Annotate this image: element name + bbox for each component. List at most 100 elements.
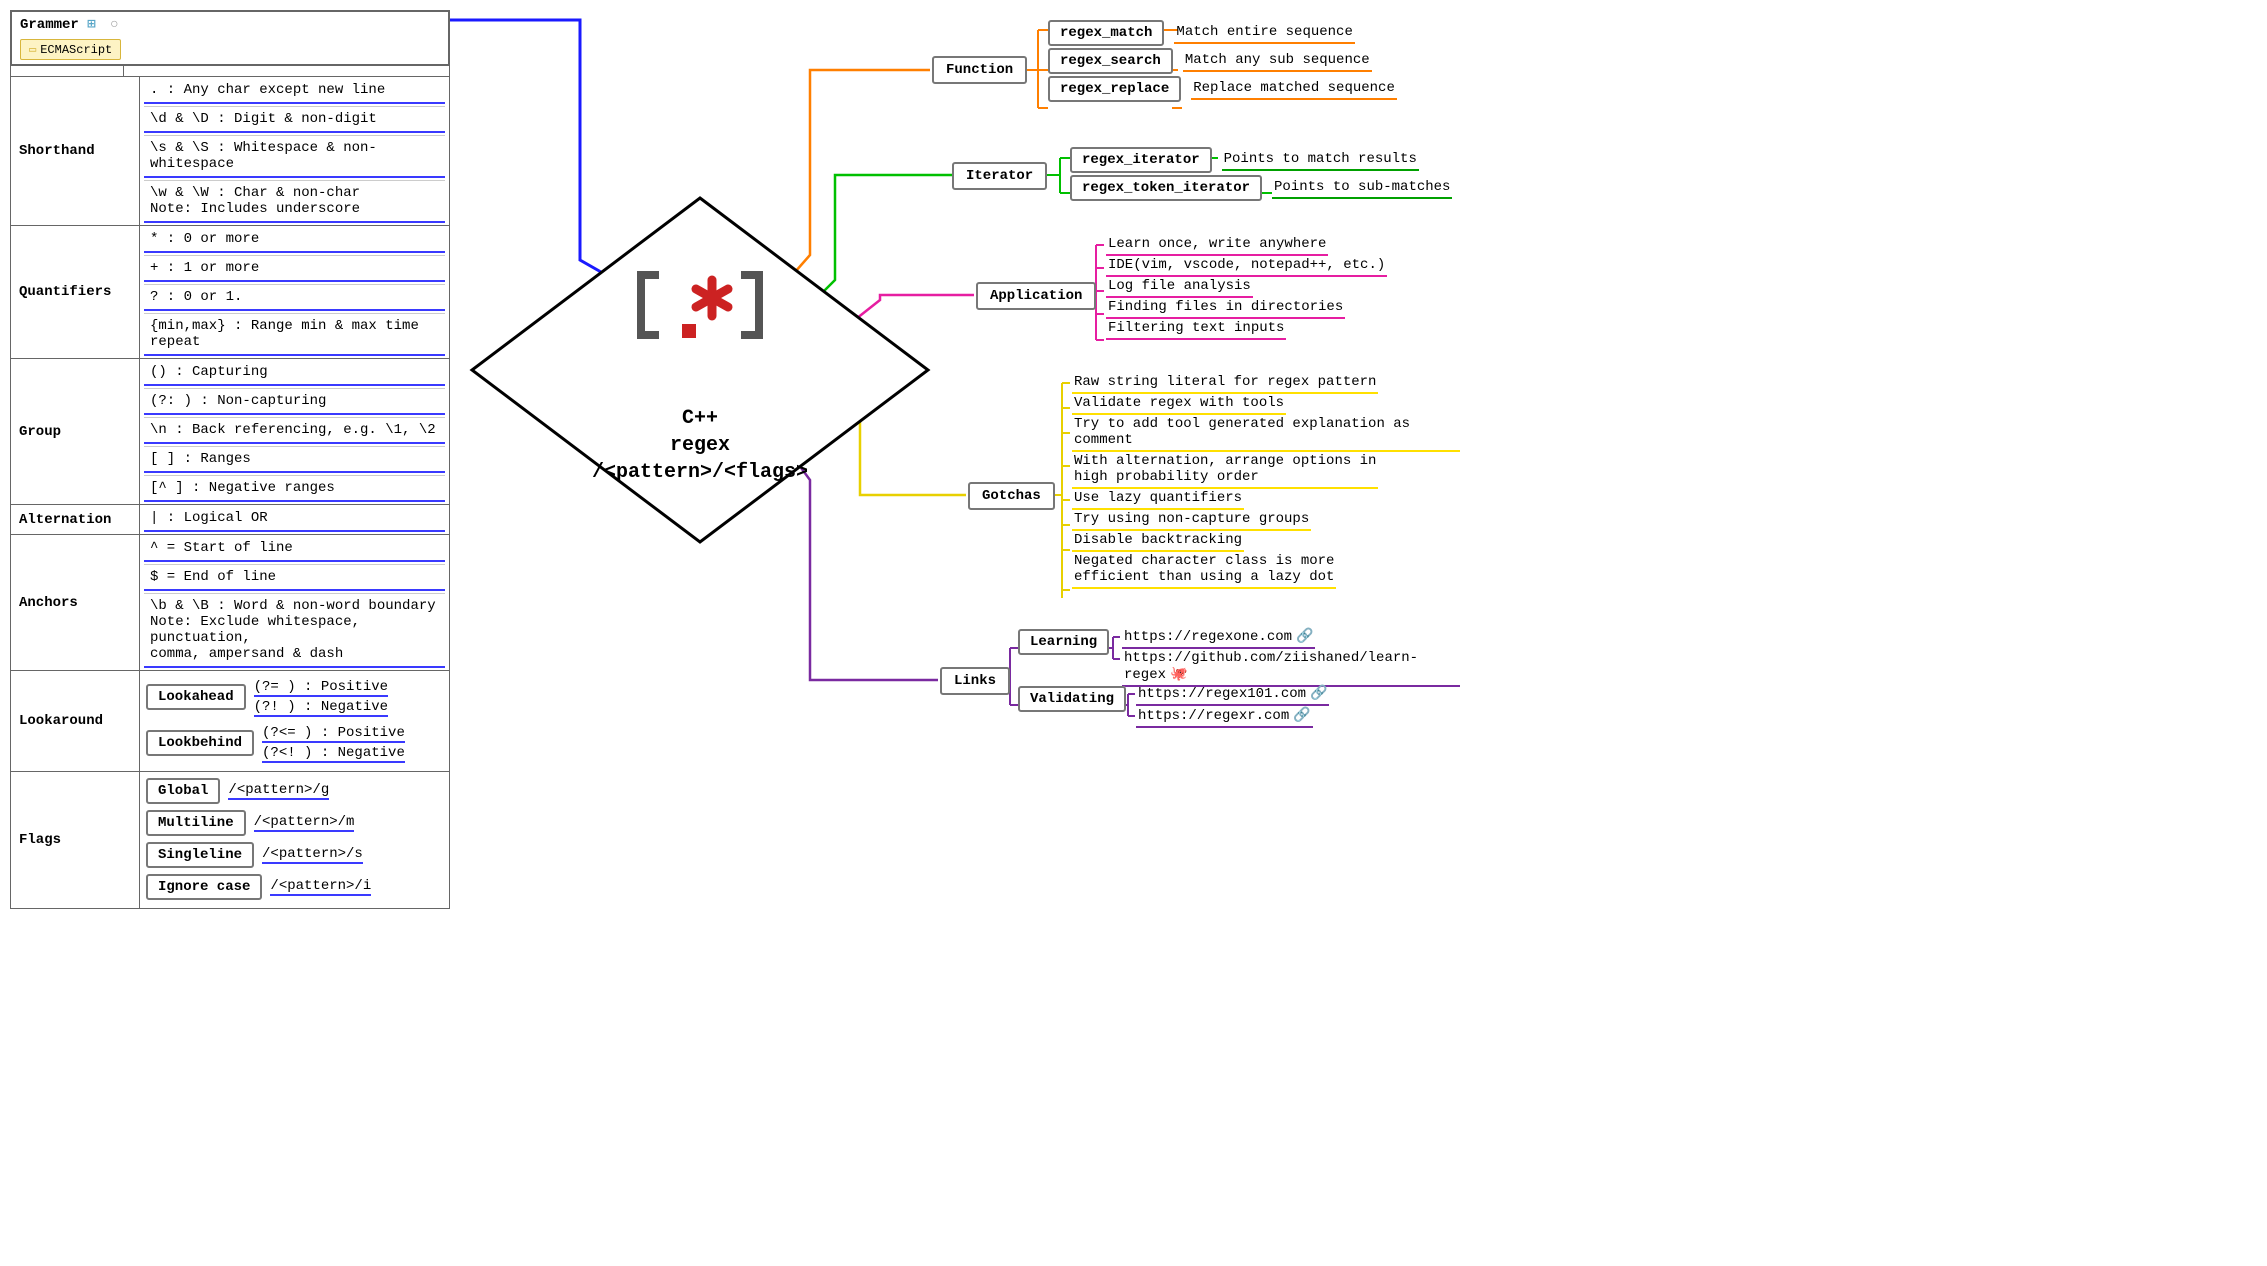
app-item: Filtering text inputs [1106,319,1286,340]
gotcha-item: Try using non-capture groups [1072,510,1311,531]
gotcha-item: Use lazy quantifiers [1072,489,1244,510]
lookbehind-box: Lookbehind [146,730,254,756]
cells-shorthand: . : Any char except new line \d & \D : D… [140,77,449,225]
link-icon: 🔗 [1296,629,1313,645]
learning-items: https://regexone.com🔗 https://github.com… [1122,627,1460,687]
link-item[interactable]: https://regexr.com🔗 [1136,706,1313,728]
iter-item[interactable]: regex_token_iteratorPoints to sub-matche… [1070,175,1452,201]
func-desc: Match any sub sequence [1183,51,1372,72]
grammar-table: Grammer ⊞ ○ ▭ECMAScript Shorthand . : An… [10,10,450,909]
row-lookaround[interactable]: Lookaround Lookahead (?= ) : Positive (?… [11,670,449,771]
app-item: Log file analysis [1106,277,1253,298]
row-anchors[interactable]: Anchors ^ = Start of line $ = End of lin… [11,534,449,670]
gotchas-label: Gotchas [968,482,1055,510]
group-item: [^ ] : Negative ranges [144,475,445,502]
root-title: C++ regex /<pattern>/<flags> [460,405,940,486]
application-node[interactable]: Application [976,282,1096,310]
grammar-title: Grammer [20,17,79,33]
validating-items: https://regex101.com🔗 https://regexr.com… [1136,684,1329,728]
function-children: regex_match Match entire sequence regex_s… [1048,18,1397,104]
flag-node[interactable]: Global /<pattern>/g [140,776,449,808]
mindmap-canvas: Grammer ⊞ ○ ▭ECMAScript Shorthand . : An… [0,0,1460,815]
row-group[interactable]: Group () : Capturing (?: ) : Non-capturi… [11,358,449,504]
function-node[interactable]: Function [932,56,1027,84]
gotcha-item: With alternation, arrange options in hig… [1072,452,1378,489]
validating-box: Validating [1018,686,1126,712]
label-flags: Flags [11,772,140,908]
gotchas-node[interactable]: Gotchas [968,482,1055,510]
root-diamond-icon [460,190,940,570]
links-label: Links [940,667,1010,695]
link-item[interactable]: https://github.com/ziishaned/learn-regex… [1122,649,1460,687]
iter-desc: Points to sub-matches [1272,178,1452,199]
lookahead-neg: (?! ) : Negative [254,699,388,717]
flag-node[interactable]: Multiline /<pattern>/m [140,808,449,840]
app-item: IDE(vim, vscode, notepad++, etc.) [1106,256,1387,277]
links-learning[interactable]: Learning [1018,634,1119,650]
anchor-item: \b & \B : Word & non-word boundary Note:… [144,593,445,668]
grammar-header[interactable]: Grammer ⊞ ○ ▭ECMAScript [11,11,449,65]
root-node[interactable]: C++ regex /<pattern>/<flags> [460,190,940,570]
func-item[interactable]: regex_match Match entire sequence [1048,20,1397,46]
row-flags[interactable]: Flags Global /<pattern>/g Multiline /<patt… [11,771,449,908]
iterator-children: regex_iterator Points to match results re… [1070,145,1452,203]
app-item: Finding files in directories [1106,298,1345,319]
add-icon[interactable]: ⊞ [87,17,95,33]
group-item: \n : Back referencing, e.g. \1, \2 [144,417,445,444]
links-validating[interactable]: Validating [1018,691,1136,707]
row-shorthand[interactable]: Shorthand . : Any char except new line \… [11,76,449,225]
lookahead-box: Lookahead [146,684,246,710]
lookahead-node[interactable]: Lookahead (?= ) : Positive (?! ) : Negat… [140,675,449,721]
quant-item: ? : 0 or 1. [144,284,445,311]
lookbehind-pos: (?<= ) : Positive [262,725,405,743]
link-item[interactable]: https://regex101.com🔗 [1136,684,1329,706]
label-shorthand: Shorthand [11,77,140,225]
grammar-tag[interactable]: ▭ECMAScript [20,39,121,60]
lookahead-pos: (?= ) : Positive [254,679,388,697]
lookbehind-node[interactable]: Lookbehind (?<= ) : Positive (?<! ) : Ne… [140,721,449,767]
flag-ignorecase-val: /<pattern>/i [270,878,371,896]
row-quantifiers[interactable]: Quantifiers * : 0 or more + : 1 or more … [11,225,449,358]
links-node[interactable]: Links [940,667,1010,695]
gotcha-item: Disable backtracking [1072,531,1244,552]
alt-item: | : Logical OR [144,506,445,532]
iter-desc: Points to match results [1222,150,1419,171]
group-item: [ ] : Ranges [144,446,445,473]
func-item[interactable]: regex_replaceReplace matched sequence [1048,76,1397,102]
function-label: Function [932,56,1027,84]
quant-item: {min,max} : Range min & max time repeat [144,313,445,356]
flag-multiline: Multiline [146,810,246,836]
gotcha-item: Negated character class is more efficien… [1072,552,1336,589]
dot-icon[interactable]: ○ [110,17,118,33]
group-item: (?: ) : Non-capturing [144,388,445,415]
gotcha-item: Raw string literal for regex pattern [1072,373,1378,394]
shorthand-item: \d & \D : Digit & non-digit [144,106,445,133]
func-desc: Match entire sequence [1174,23,1354,44]
iter-item[interactable]: regex_iterator Points to match results [1070,147,1452,173]
flag-node[interactable]: Ignore case/<pattern>/i [140,872,449,904]
iterator-node[interactable]: Iterator [952,162,1047,190]
label-quantifiers: Quantifiers [11,226,140,358]
anchor-item: $ = End of line [144,564,445,591]
iter-name: regex_iterator [1070,147,1212,173]
anchor-item: ^ = Start of line [144,536,445,562]
flag-multiline-val: /<pattern>/m [254,814,355,832]
flag-global-val: /<pattern>/g [228,782,329,800]
gotcha-item: Validate regex with tools [1072,394,1286,415]
learning-box: Learning [1018,629,1109,655]
lookbehind-neg: (?<! ) : Negative [262,745,405,763]
shorthand-item: \w & \W : Char & non-char Note: Includes… [144,180,445,223]
flag-singleline: Singleline [146,842,254,868]
folder-icon: ▭ [29,43,36,57]
application-children: Learn once, write anywhere IDE(vim, vsco… [1106,235,1387,340]
shorthand-item: . : Any char except new line [144,78,445,104]
flag-node[interactable]: Singleline/<pattern>/s [140,840,449,872]
func-name: regex_match [1048,20,1164,46]
flag-global: Global [146,778,220,804]
func-name: regex_search [1048,48,1173,74]
func-item[interactable]: regex_search Match any sub sequence [1048,48,1397,74]
row-alternation[interactable]: Alternation | : Logical OR [11,504,449,534]
link-item[interactable]: https://regexone.com🔗 [1122,627,1315,649]
shorthand-item: \s & \S : Whitespace & non-whitespace [144,135,445,178]
iterator-label: Iterator [952,162,1047,190]
